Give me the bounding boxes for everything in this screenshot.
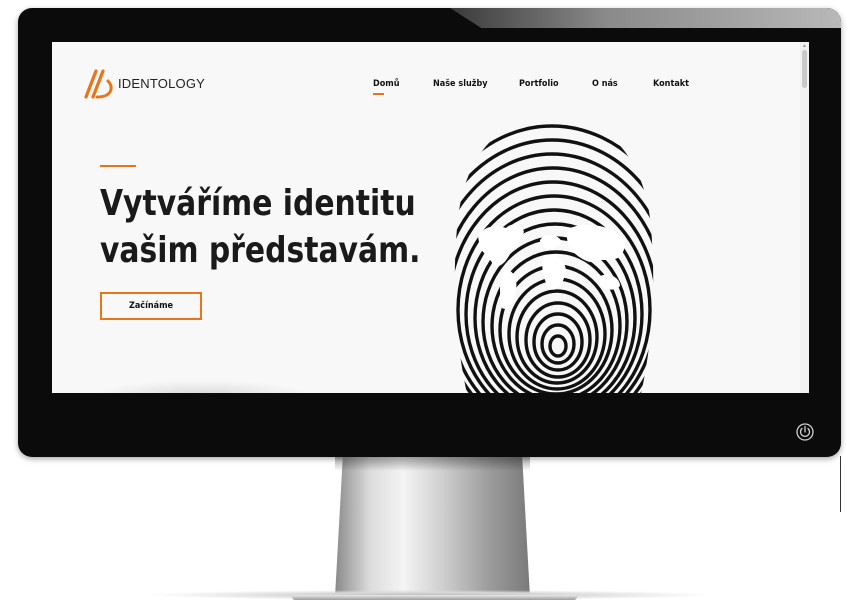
monitor-stand: [335, 457, 530, 597]
nav-item-nase-sluzby[interactable]: Naše služby: [433, 79, 488, 89]
hero-title-line-1: Vytváříme identitu: [100, 183, 416, 224]
start-button[interactable]: Začínáme: [100, 292, 202, 320]
website-screen: IDENTOLOGY Domů Naše služby Portfolio O …: [52, 42, 809, 393]
monitor-base: [292, 595, 577, 600]
decorative-shadow: [92, 380, 312, 393]
nav-item-kontakt[interactable]: Kontakt: [653, 79, 689, 89]
stand-shadow: [335, 457, 530, 471]
hero-title: Vytváříme identitu vašim představám.: [100, 180, 431, 274]
monitor-sheen: [450, 8, 841, 28]
logo[interactable]: IDENTOLOGY: [82, 67, 205, 99]
scrollbar[interactable]: ▲: [800, 42, 809, 393]
scroll-up-icon[interactable]: ▲: [802, 43, 807, 49]
logo-text: IDENTOLOGY: [118, 75, 206, 91]
nav-item-o-nas[interactable]: O nás: [592, 79, 618, 89]
hero-accent-line: [100, 165, 136, 167]
fingerprint-world-map-image: [454, 116, 654, 393]
frame-edge: [840, 456, 841, 512]
power-icon[interactable]: [796, 423, 814, 441]
nav-item-portfolio[interactable]: Portfolio: [519, 79, 559, 89]
logo-mark-icon: [84, 69, 113, 99]
hero-title-line-2: vašim představám.: [100, 230, 421, 271]
nav-item-domu[interactable]: Domů: [373, 79, 400, 95]
scrollbar-thumb[interactable]: [802, 50, 807, 88]
